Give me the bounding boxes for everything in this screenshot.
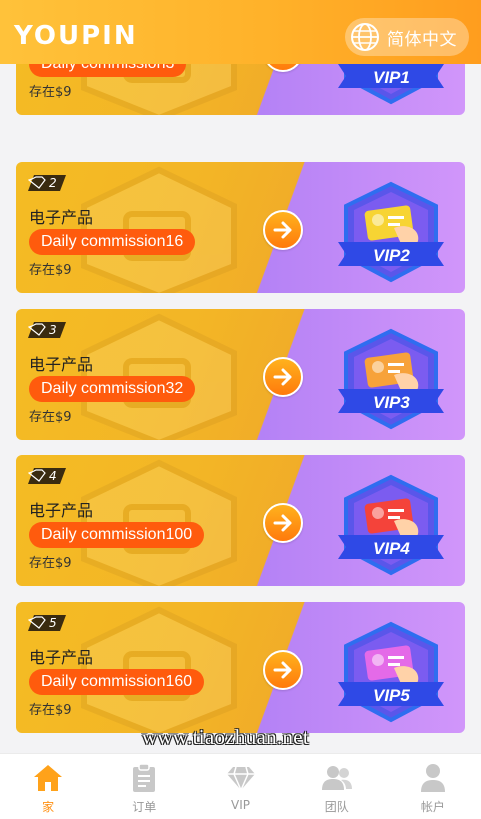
vip-level-label: VIP3 [373,393,410,412]
language-label: 简体中文 [387,29,457,50]
team-icon [321,762,353,794]
vip-card-2[interactable]: 2 电子产品 Daily commission16 存在$9 VIP2 [16,162,465,293]
clipboard-icon [128,762,160,794]
language-button[interactable]: 简体中文 [345,18,469,56]
vip-card-4[interactable]: 4 电子产品 Daily commission100 存在$9 VIP4 [16,455,465,586]
vip-badge-icon [338,474,444,576]
deposit-text: 存在$9 [29,410,72,425]
arrow-right-icon [273,221,292,239]
enter-arrow-button[interactable] [263,650,303,690]
page: 1 电子产品 Daily commission3 存在$9 VIP1 [0,0,481,819]
product-name: 电子产品 [29,501,94,520]
deposit-text: 存在$9 [29,703,72,718]
vip-card-5[interactable]: 5 电子产品 Daily commission160 存在$9 VIP5 [16,602,465,733]
tier-number: 4 [49,469,57,483]
vip-card-3[interactable]: 3 电子产品 Daily commission32 存在$9 VIP3 [16,309,465,440]
enter-arrow-button[interactable] [263,357,303,397]
tier-number: 5 [49,616,57,630]
product-name: 电子产品 [29,208,94,227]
nav-orders-label: 订单 [132,800,157,814]
nav-orders[interactable]: 订单 [96,754,192,819]
arrow-right-icon [273,514,292,532]
account-icon [417,762,449,794]
nav-vip-label: VIP [231,798,250,812]
header: YOUPIN 简体中文 [0,0,481,64]
tier-badge: 5 [27,615,66,631]
tier-badge: 2 [27,175,66,191]
commission-badge: Daily commission160 [29,669,205,695]
deposit-text: 存在$9 [29,263,72,278]
watermark: www.tiaozhuan.net [142,725,310,749]
nav-home[interactable]: 家 [0,754,96,819]
nav-vip[interactable]: VIP [192,754,288,819]
bottom-nav: 家 订单 VIP 团队 帐户 [0,753,481,819]
nav-account[interactable]: 帐户 [385,754,481,819]
arrow-right-icon [273,661,292,679]
home-icon [32,762,64,794]
product-name: 电子产品 [29,355,94,374]
nav-account-label: 帐户 [420,800,445,814]
vip-badge-icon [338,181,444,283]
vip-level-label: VIP1 [373,68,410,87]
globe-icon [349,21,381,53]
nav-team[interactable]: 团队 [289,754,385,819]
diamond-icon [225,762,257,794]
vip-badge-icon [338,328,444,430]
commission-badge: Daily commission16 [29,229,196,255]
enter-arrow-button[interactable] [263,503,303,543]
vip-badge-icon [338,621,444,723]
commission-badge: Daily commission32 [29,376,196,402]
deposit-text: 存在$9 [29,556,72,571]
vip-level-label: VIP5 [373,686,410,705]
tier-number: 3 [49,323,57,337]
vip-level-label: VIP2 [373,246,410,265]
tier-number: 2 [49,176,57,190]
arrow-right-icon [273,368,292,386]
product-name: 电子产品 [29,648,94,667]
nav-home-label: 家 [42,800,55,814]
tier-badge: 4 [27,468,66,484]
deposit-text: 存在$9 [29,85,72,100]
enter-arrow-button[interactable] [263,210,303,250]
commission-badge: Daily commission100 [29,522,205,548]
tier-badge: 3 [27,322,66,338]
app-logo: YOUPIN [14,21,138,51]
nav-team-label: 团队 [324,800,349,814]
vip-level-label: VIP4 [373,539,410,558]
